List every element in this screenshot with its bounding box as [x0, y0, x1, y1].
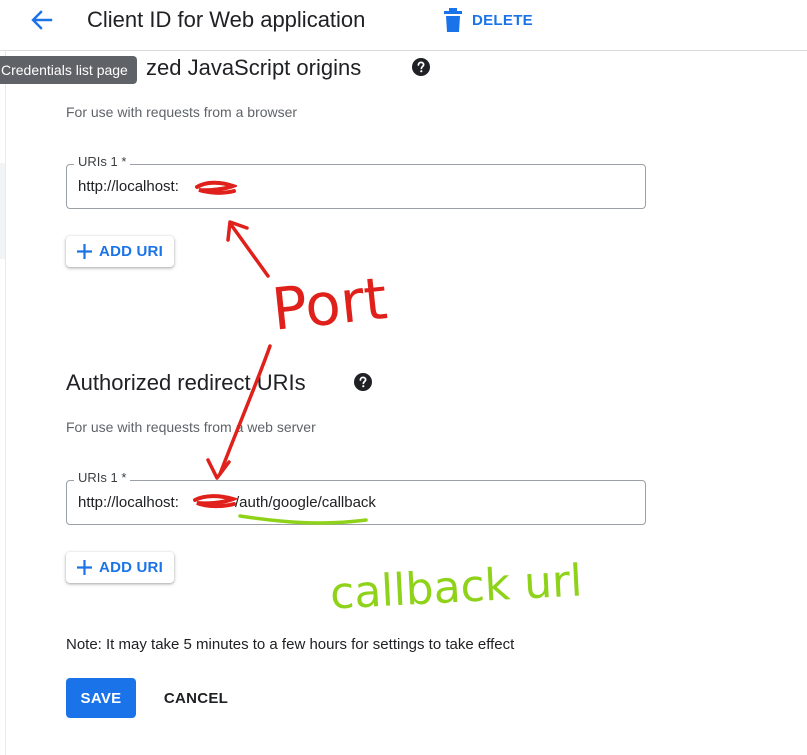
- save-button[interactable]: SAVE: [66, 678, 136, 718]
- page-title: Client ID for Web application: [87, 7, 366, 32]
- add-js-origin-uri-label: ADD URI: [99, 243, 163, 260]
- help-icon[interactable]: [354, 373, 372, 391]
- js-origin-uri-label: URIs 1 *: [74, 154, 131, 169]
- redaction-scribble: [193, 494, 237, 509]
- settings-note: Note: It may take 5 minutes to a few hou…: [66, 636, 515, 653]
- redirect-uris-title: Authorized redirect URIs: [66, 370, 306, 395]
- js-origin-uri-field[interactable]: URIs 1 * http://localhost:: [66, 154, 646, 209]
- port-arrow-up-head: [226, 220, 249, 242]
- port-arrow-up: [230, 224, 270, 278]
- add-redirect-uri-label: ADD URI: [99, 559, 163, 576]
- redirect-uris-description: For use with requests from a web server: [66, 419, 316, 435]
- arrow-back-icon: [31, 10, 53, 30]
- trash-icon: [444, 8, 462, 32]
- delete-button-label: DELETE: [472, 11, 533, 29]
- help-icon[interactable]: [412, 58, 430, 76]
- plus-icon: [77, 244, 93, 259]
- js-origin-uri-value: http://localhost:: [78, 178, 179, 195]
- back-button-tooltip: Credentials list page: [0, 56, 137, 84]
- redirect-uri-label: URIs 1 *: [74, 470, 131, 485]
- plus-icon: [77, 560, 93, 575]
- cancel-button[interactable]: CANCEL: [150, 678, 242, 718]
- back-button[interactable]: [24, 4, 58, 38]
- add-redirect-uri-button[interactable]: ADD URI: [66, 552, 174, 583]
- delete-button[interactable]: DELETE: [444, 6, 533, 34]
- redirect-uri-value-prefix: http://localhost:: [78, 494, 179, 511]
- left-rail-marker: [0, 163, 5, 259]
- redirect-uri-value-suffix: /auth/google/callback: [235, 494, 376, 511]
- top-bar: Client ID for Web application DELETE: [0, 0, 807, 51]
- port-annotation-label: Port: [268, 264, 391, 344]
- redaction-scribble: [195, 180, 237, 195]
- add-js-origin-uri-button[interactable]: ADD URI: [66, 236, 174, 267]
- port-arrow-down-head: [206, 458, 231, 480]
- js-origins-description: For use with requests from a browser: [66, 104, 298, 120]
- callback-annotation-label: callback url: [328, 555, 584, 620]
- port-arrow-down: [218, 344, 272, 476]
- left-rail: [0, 51, 6, 755]
- redirect-uri-field[interactable]: URIs 1 * http://localhost: /auth/google/…: [66, 470, 646, 525]
- js-origins-title: zed JavaScript origins: [146, 55, 362, 80]
